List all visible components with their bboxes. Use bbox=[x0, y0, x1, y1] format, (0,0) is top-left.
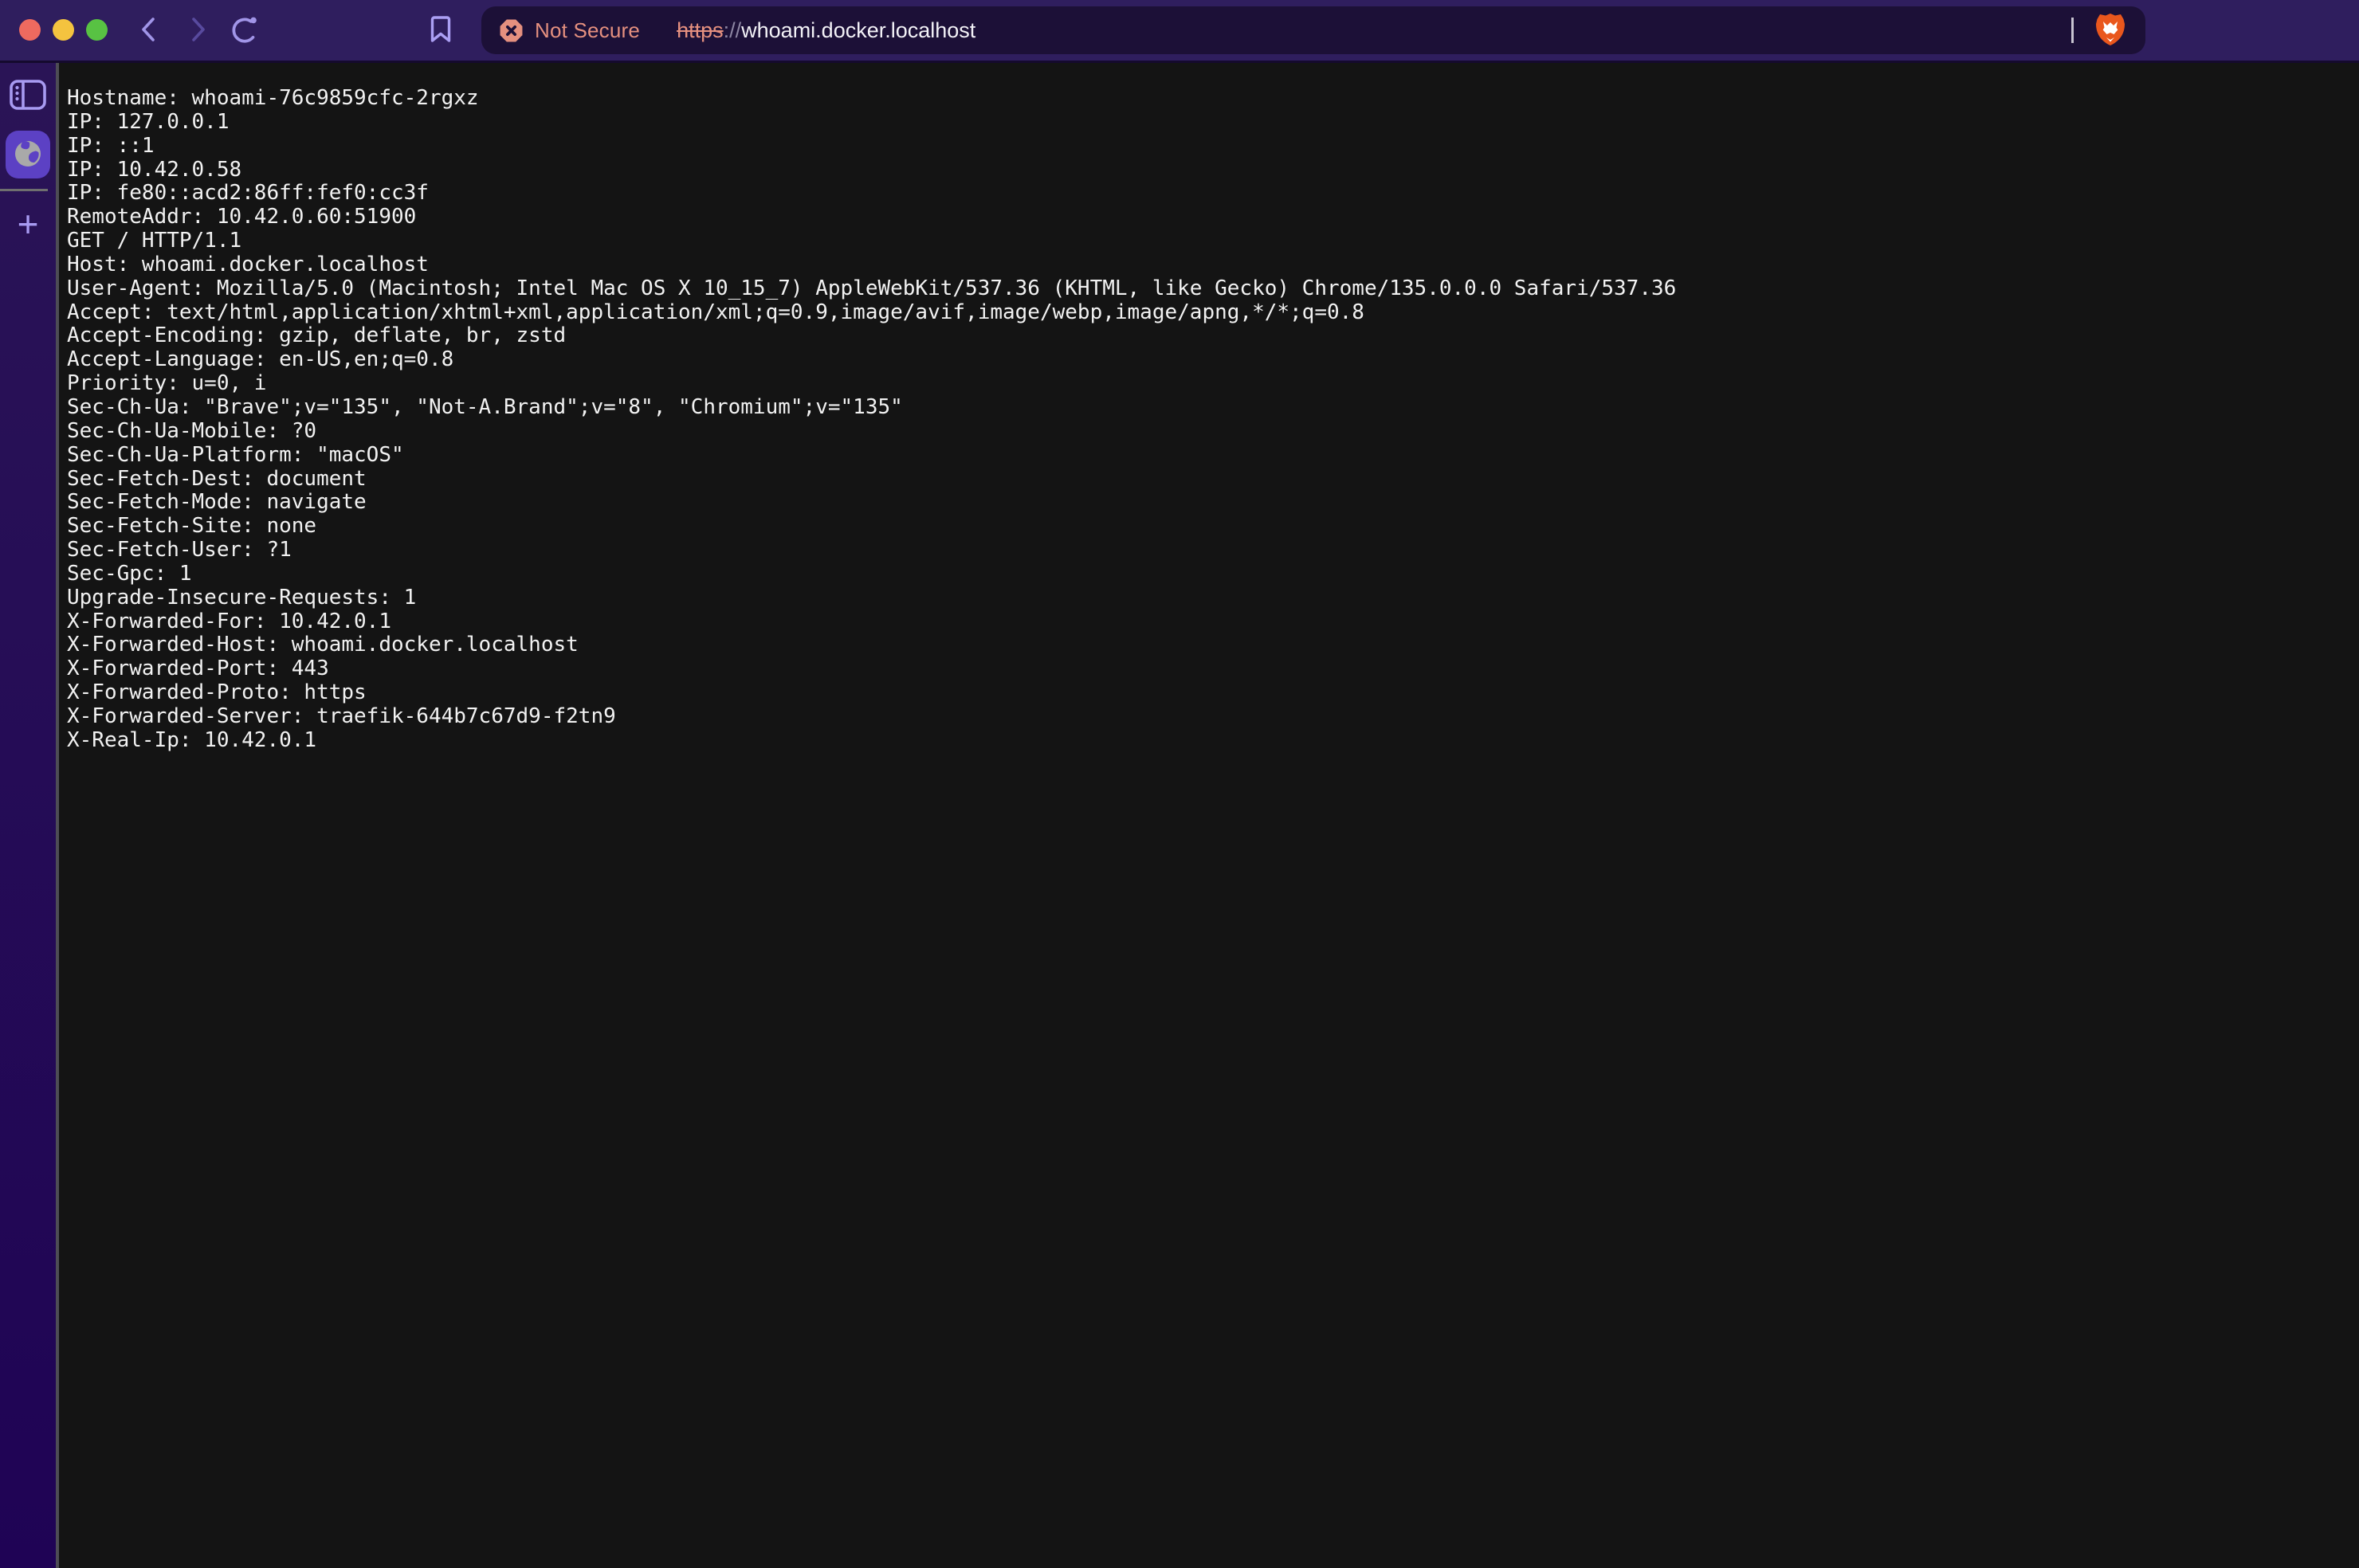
url-text: https://whoami.docker.localhost bbox=[677, 18, 975, 43]
security-warning-label: Not Secure bbox=[535, 18, 640, 43]
whoami-response-text: Hostname: whoami-76c9859cfc-2rgxz IP: 12… bbox=[59, 63, 2359, 753]
bookmark-icon bbox=[430, 15, 452, 46]
sidebar-tab-whoami[interactable] bbox=[6, 131, 50, 178]
fullscreen-button[interactable] bbox=[86, 19, 108, 41]
brave-lion-icon bbox=[2094, 12, 2126, 49]
url-scheme-separator: :// bbox=[724, 18, 742, 42]
sidebar-panel-icon bbox=[10, 80, 46, 112]
url-host: whoami.docker.localhost bbox=[741, 18, 975, 42]
webpage-viewport: Hostname: whoami-76c9859cfc-2rgxz IP: 12… bbox=[59, 63, 2359, 1568]
brave-shields-button[interactable] bbox=[2094, 12, 2126, 49]
globe-icon bbox=[13, 139, 43, 171]
plus-icon: + bbox=[18, 206, 39, 242]
urlbar-right-group bbox=[2071, 12, 2126, 49]
warning-octagon-x-icon bbox=[499, 18, 524, 43]
browser-toolbar: Not Secure https://whoami.docker.localho… bbox=[0, 0, 2359, 63]
reload-button[interactable] bbox=[223, 9, 266, 52]
window-controls bbox=[19, 19, 108, 41]
forward-button[interactable] bbox=[176, 9, 219, 52]
reload-icon bbox=[228, 13, 261, 49]
bookmark-button[interactable] bbox=[419, 9, 462, 52]
minimize-button[interactable] bbox=[53, 19, 74, 41]
sidebar-divider bbox=[0, 189, 48, 191]
urlbar-divider bbox=[2071, 18, 2074, 43]
chevron-right-icon bbox=[186, 16, 210, 45]
url-bar[interactable]: Not Secure https://whoami.docker.localho… bbox=[481, 6, 2145, 54]
url-scheme: https bbox=[677, 18, 724, 42]
sidebar: + bbox=[0, 63, 56, 1568]
sidebar-toggle-button[interactable] bbox=[8, 79, 48, 112]
new-tab-button[interactable]: + bbox=[0, 200, 56, 248]
back-button[interactable] bbox=[128, 9, 171, 52]
chevron-left-icon bbox=[137, 16, 161, 45]
close-button[interactable] bbox=[19, 19, 41, 41]
